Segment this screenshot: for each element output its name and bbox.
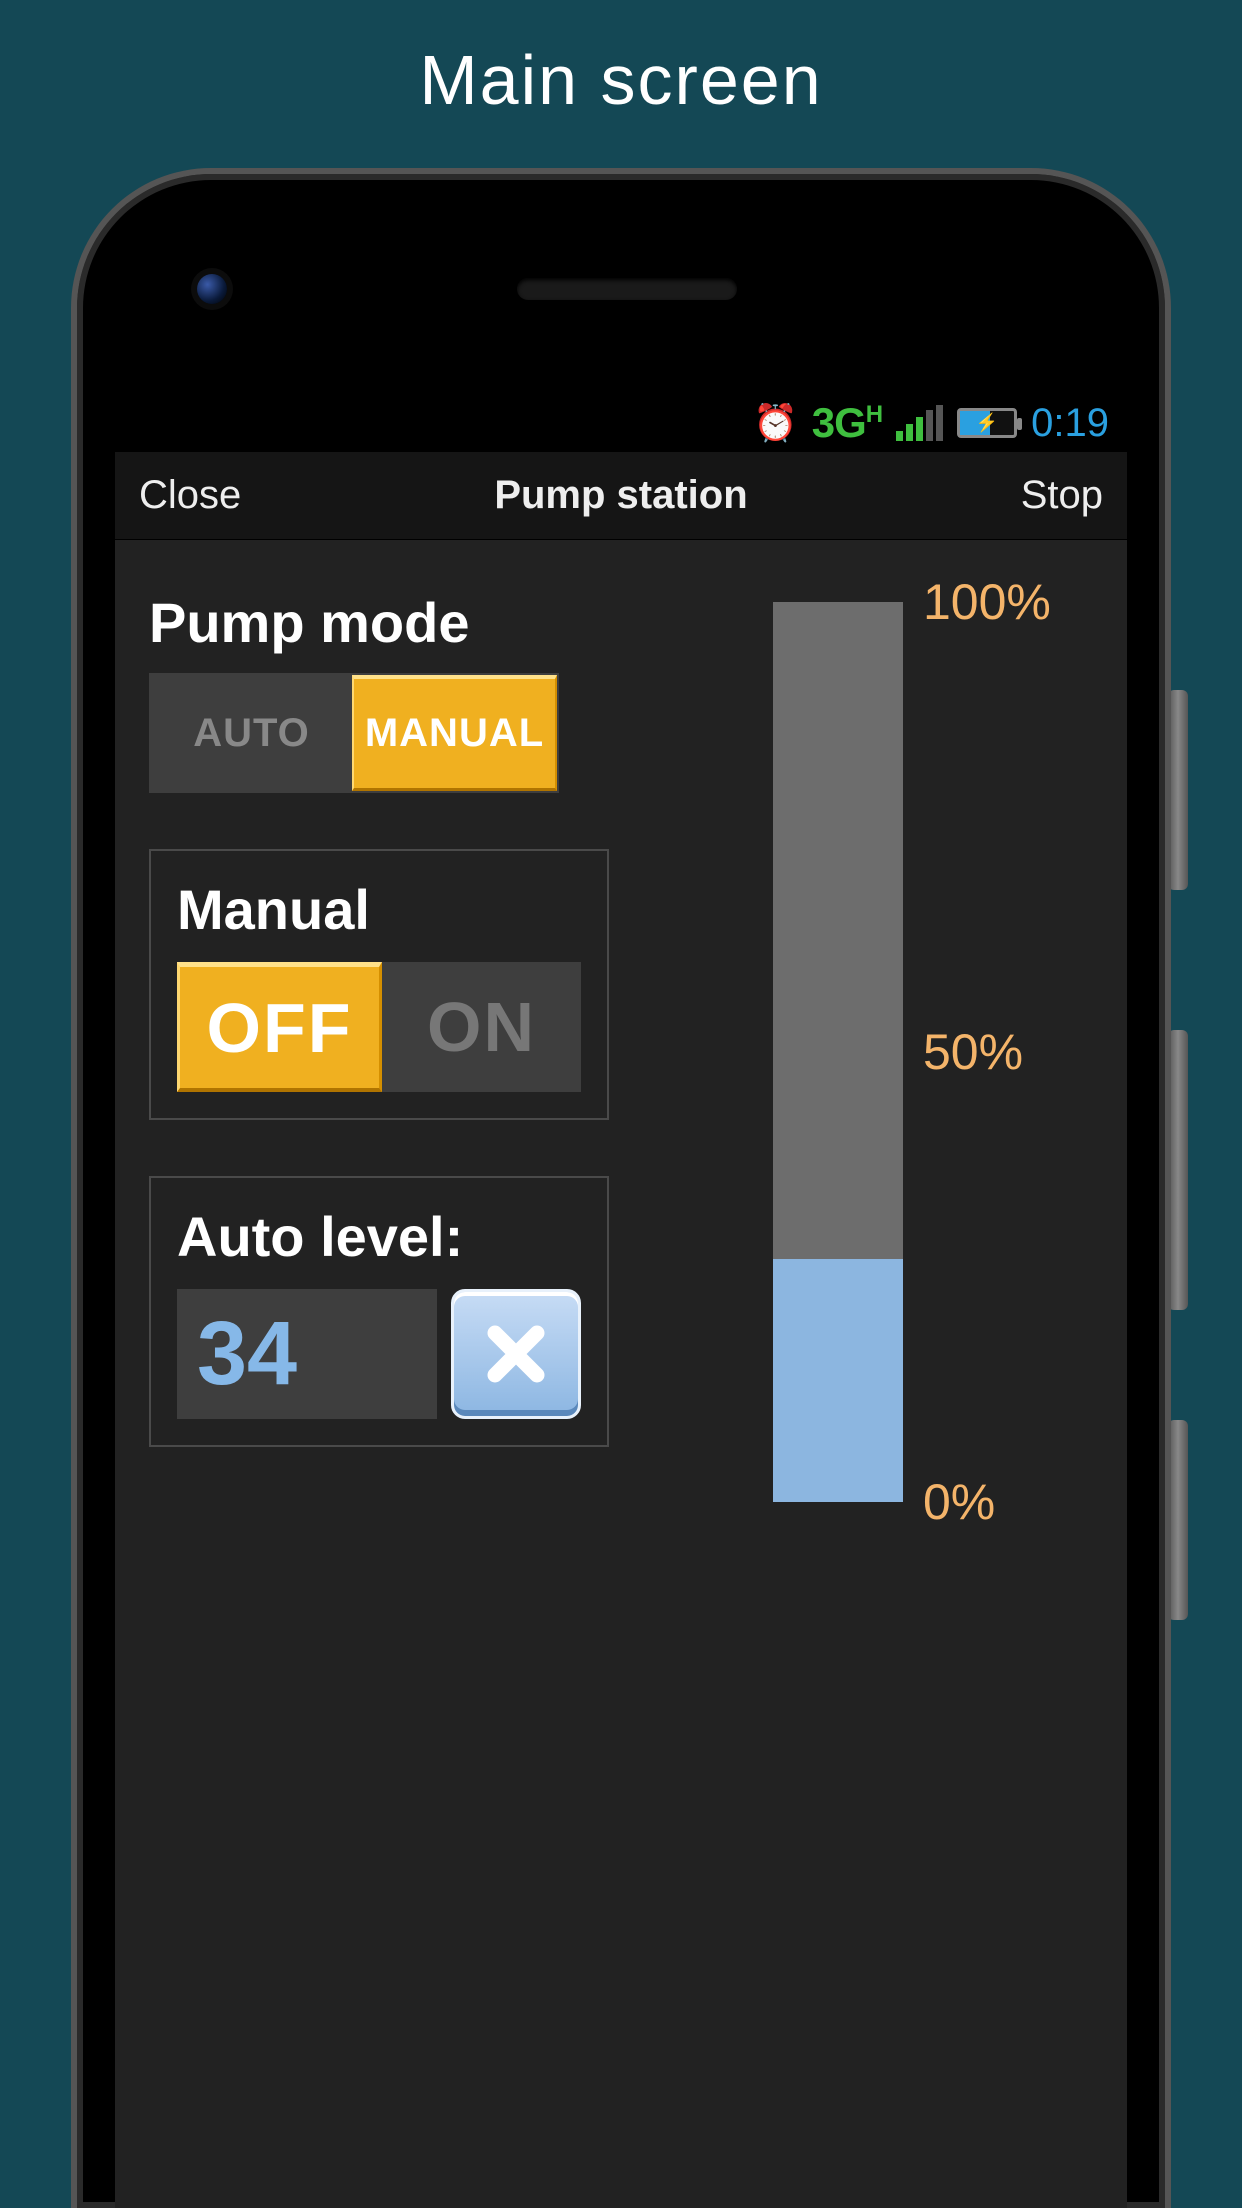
status-clock: 0:19 [1031,401,1109,446]
manual-toggle: OFF ON [177,962,581,1092]
stop-button[interactable]: Stop [782,473,1103,518]
battery-icon: ⚡ [957,408,1017,438]
nav-title: Pump station [460,473,781,518]
pump-mode-manual-option[interactable]: MANUAL [352,675,557,791]
pump-mode-auto-option[interactable]: AUTO [151,675,352,791]
level-bar-fill [773,1259,903,1502]
network-sup: H [866,401,882,428]
signal-icon [896,405,943,441]
pump-mode-toggle: AUTO MANUAL [149,673,559,793]
content-area: Pump mode AUTO MANUAL Manual OFF ON Auto… [115,540,1127,2208]
close-button[interactable]: Close [139,473,460,518]
page-title: Main screen [0,0,1242,120]
auto-level-label: Auto level: [177,1204,581,1269]
level-column: 100% 50% 0% [773,590,1093,2208]
controls-column: Pump mode AUTO MANUAL Manual OFF ON Auto… [149,590,733,2208]
alarm-icon: ⏰ [753,402,798,444]
phone-frame: ⏰ 3GH ⚡ 0:19 Close Pump station Stop Pum… [71,168,1171,2208]
level-tick-0: 0% [923,1473,995,1531]
level-tick-50: 50% [923,1023,1023,1081]
phone-side-button [1168,690,1188,890]
nav-bar: Close Pump station Stop [115,452,1127,540]
manual-card: Manual OFF ON [149,849,609,1120]
close-icon [480,1318,552,1390]
pump-mode-label: Pump mode [149,590,733,655]
auto-level-card: Auto level: 34 [149,1176,609,1447]
network-label: 3G [812,399,866,446]
network-indicator: 3GH [812,399,882,447]
phone-side-button [1168,1030,1188,1310]
manual-on-option[interactable]: ON [382,962,581,1092]
manual-off-option[interactable]: OFF [177,962,382,1092]
manual-label: Manual [177,877,581,942]
phone-screen: ⏰ 3GH ⚡ 0:19 Close Pump station Stop Pum… [115,394,1127,2208]
status-bar: ⏰ 3GH ⚡ 0:19 [115,394,1127,452]
phone-side-button [1168,1420,1188,1620]
level-tick-100: 100% [923,573,1051,631]
level-bar [773,602,903,1502]
auto-level-input[interactable]: 34 [177,1289,437,1419]
clear-button[interactable] [451,1289,581,1419]
